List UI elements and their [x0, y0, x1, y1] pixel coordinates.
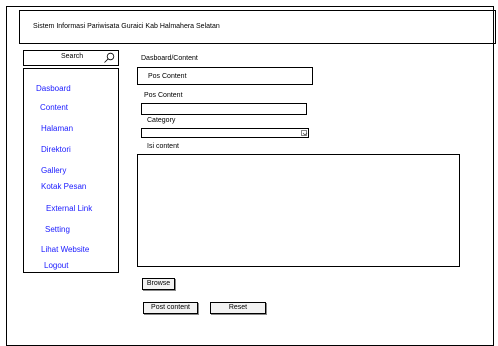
app-title: Sistem Informasi Pariwisata Guraici Kab …	[33, 23, 220, 30]
sidebar-item-dasboard[interactable]: Dasboard	[36, 84, 71, 93]
section-title: Pos Content	[148, 73, 187, 80]
reset-button[interactable]: Reset	[210, 302, 266, 314]
sidebar-item-external-link[interactable]: External Link	[46, 204, 92, 213]
post-content-button[interactable]: Post content	[143, 302, 198, 314]
browse-button[interactable]: Browse	[142, 278, 175, 290]
header: Sistem Informasi Pariwisata Guraici Kab …	[19, 10, 496, 44]
sidebar: Dasboard Content Halaman Direktori Galle…	[23, 68, 119, 273]
sidebar-item-halaman[interactable]: Halaman	[41, 124, 73, 133]
search-icon[interactable]	[103, 52, 115, 64]
sidebar-item-kotak-pesan[interactable]: Kotak Pesan	[41, 182, 86, 191]
breadcrumb: Dasboard/Content	[141, 55, 198, 62]
search-label: Search	[61, 53, 84, 60]
search-input[interactable]: Search	[23, 50, 119, 66]
pos-content-input[interactable]	[141, 103, 307, 115]
sidebar-item-lihat-website[interactable]: Lihat Website	[41, 245, 89, 254]
sidebar-item-gallery[interactable]: Gallery	[41, 166, 66, 175]
section-title-box: Pos Content	[137, 67, 313, 85]
sidebar-item-content[interactable]: Content	[40, 103, 68, 112]
content-label: Isi content	[147, 143, 179, 150]
pos-content-label: Pos Content	[144, 92, 183, 99]
chevron-down-icon[interactable]	[301, 130, 308, 136]
sidebar-item-logout[interactable]: Logout	[44, 261, 68, 270]
category-select[interactable]	[141, 128, 309, 138]
category-label: Category	[147, 117, 176, 124]
sidebar-item-direktori[interactable]: Direktori	[41, 145, 71, 154]
content-textarea[interactable]	[137, 154, 460, 267]
sidebar-item-setting[interactable]: Setting	[45, 225, 70, 234]
